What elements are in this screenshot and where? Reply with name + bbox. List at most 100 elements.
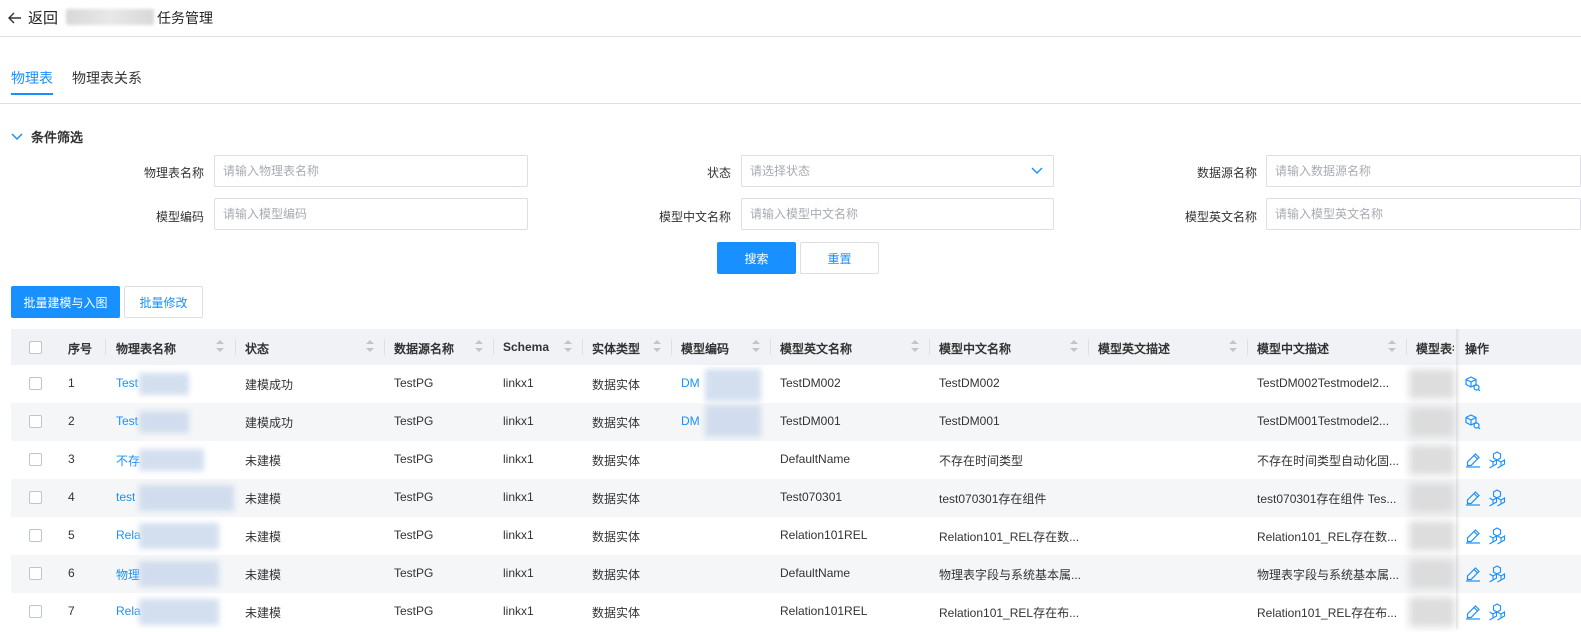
cell-index: 6 (68, 566, 75, 580)
row-checkbox[interactable] (29, 415, 42, 428)
cell-name-link[interactable]: Rela (116, 528, 141, 542)
cell-entity-type: 数据实体 (592, 530, 641, 544)
model-en-input[interactable] (1266, 198, 1581, 230)
chevron-down-icon (11, 132, 23, 140)
sort-icon[interactable] (1229, 340, 1237, 352)
row-checkbox[interactable] (29, 567, 42, 580)
row-checkbox[interactable] (29, 605, 42, 618)
sort-icon[interactable] (475, 340, 483, 352)
col-datasource[interactable]: 数据源名称 (394, 340, 454, 357)
cell-datasource: TestPG (394, 414, 434, 428)
redacted-model-table (1409, 483, 1455, 513)
edit-icon[interactable] (1465, 604, 1481, 620)
redacted-project-name (66, 9, 154, 25)
redacted-model-table (1409, 445, 1455, 475)
sort-icon[interactable] (366, 340, 374, 352)
cell-schema: linkx1 (503, 490, 534, 504)
sort-icon[interactable] (1388, 340, 1396, 352)
cell-model-code-link[interactable]: DM (681, 414, 700, 428)
sort-icon[interactable] (216, 340, 224, 352)
batch-model-button[interactable]: 批量建模与入图 (11, 286, 120, 318)
col-schema[interactable]: Schema (503, 340, 549, 354)
active-tab-indicator (11, 93, 53, 95)
redacted-name (139, 485, 234, 511)
cell-name-link[interactable]: Test (116, 376, 138, 390)
col-name[interactable]: 物理表名称 (116, 340, 176, 357)
tab-physical-table-relation[interactable]: 物理表关系 (72, 68, 142, 88)
select-all-checkbox[interactable] (29, 341, 42, 354)
col-model-en[interactable]: 模型英文名称 (780, 340, 852, 357)
sort-icon[interactable] (1070, 340, 1078, 352)
cell-entity-type: 数据实体 (592, 378, 641, 392)
cell-name-link[interactable]: Rela (116, 604, 141, 618)
modeling-icon[interactable] (1488, 451, 1506, 469)
back-button[interactable]: 返回 (8, 7, 58, 28)
row-checkbox[interactable] (29, 453, 42, 466)
table-name-input[interactable] (214, 155, 528, 187)
cell-model-cn: TestDM001 (939, 414, 1000, 428)
reset-button[interactable]: 重置 (800, 242, 879, 274)
cell-schema: linkx1 (503, 376, 534, 390)
model-cn-input[interactable] (741, 198, 1054, 230)
col-entity-type[interactable]: 实体类型 (592, 340, 640, 357)
row-checkbox[interactable] (29, 529, 42, 542)
cell-model-cn: TestDM002 (939, 376, 1000, 390)
row-checkbox[interactable] (29, 491, 42, 504)
cell-datasource: TestPG (394, 376, 434, 390)
sort-icon[interactable] (564, 340, 572, 352)
model-view-icon[interactable] (1465, 376, 1481, 392)
cell-name-link[interactable]: 不存 (116, 452, 140, 469)
cell-schema: linkx1 (503, 528, 534, 542)
cell-schema: linkx1 (503, 414, 534, 428)
edit-icon[interactable] (1465, 490, 1481, 506)
cell-model-code-link[interactable]: DM (681, 376, 700, 390)
datasource-label: 数据源名称 (1196, 166, 1257, 180)
top-bar: 返回 任务管理 (0, 0, 1581, 37)
edit-icon[interactable] (1465, 528, 1481, 544)
col-model-en-desc[interactable]: 模型英文描述 (1098, 340, 1170, 357)
sort-icon[interactable] (752, 340, 760, 352)
datasource-input[interactable] (1266, 155, 1581, 187)
table-row: 5 Rela 未建模 TestPG linkx1 数据实体 Relation10… (11, 517, 1581, 555)
cell-entity-type: 数据实体 (592, 568, 641, 582)
redacted-name (139, 373, 189, 395)
tab-physical-table[interactable]: 物理表 (11, 68, 53, 88)
status-select[interactable] (741, 155, 1054, 187)
modeling-icon[interactable] (1488, 565, 1506, 583)
cell-name-link[interactable]: Test (116, 414, 138, 428)
edit-icon[interactable] (1465, 566, 1481, 582)
cell-schema: linkx1 (503, 452, 534, 466)
modeling-icon[interactable] (1488, 489, 1506, 507)
col-status[interactable]: 状态 (245, 340, 269, 357)
cell-model-cn-desc: Relation101_REL存在布... (1257, 606, 1398, 620)
fixed-column-shadow (1456, 329, 1460, 629)
cell-model-cn-desc: 不存在时间类型自动化固... (1257, 454, 1400, 468)
modeling-icon[interactable] (1488, 527, 1506, 545)
redacted-model-table (1409, 521, 1455, 551)
sort-icon[interactable] (653, 340, 661, 352)
row-checkbox[interactable] (29, 377, 42, 390)
col-model-code[interactable]: 模型编码 (681, 340, 729, 357)
cell-datasource: TestPG (394, 528, 434, 542)
back-label: 返回 (28, 10, 59, 27)
cell-datasource: TestPG (394, 452, 434, 466)
redacted-name (139, 449, 204, 471)
cell-name-link[interactable]: test (116, 490, 135, 504)
model-view-icon[interactable] (1465, 414, 1481, 430)
cell-entity-type: 数据实体 (592, 416, 641, 430)
model-code-input[interactable] (214, 198, 528, 230)
redacted-name (139, 411, 189, 433)
filter-toggle[interactable]: 条件筛选 (11, 127, 83, 146)
cell-name-link[interactable]: 物理 (116, 566, 140, 583)
cell-model-en: TestDM002 (780, 376, 841, 390)
redacted-model-table (1409, 369, 1455, 399)
sort-icon[interactable] (911, 340, 919, 352)
col-model-table[interactable]: 模型表名 (1416, 340, 1454, 357)
batch-edit-button[interactable]: 批量修改 (124, 286, 203, 318)
search-button[interactable]: 搜索 (717, 242, 796, 274)
modeling-icon[interactable] (1488, 603, 1506, 621)
table-row: 6 物理 未建模 TestPG linkx1 数据实体 DefaultName … (11, 555, 1581, 593)
edit-icon[interactable] (1465, 452, 1481, 468)
col-model-cn-desc[interactable]: 模型中文描述 (1257, 340, 1329, 357)
col-model-cn[interactable]: 模型中文名称 (939, 340, 1011, 357)
